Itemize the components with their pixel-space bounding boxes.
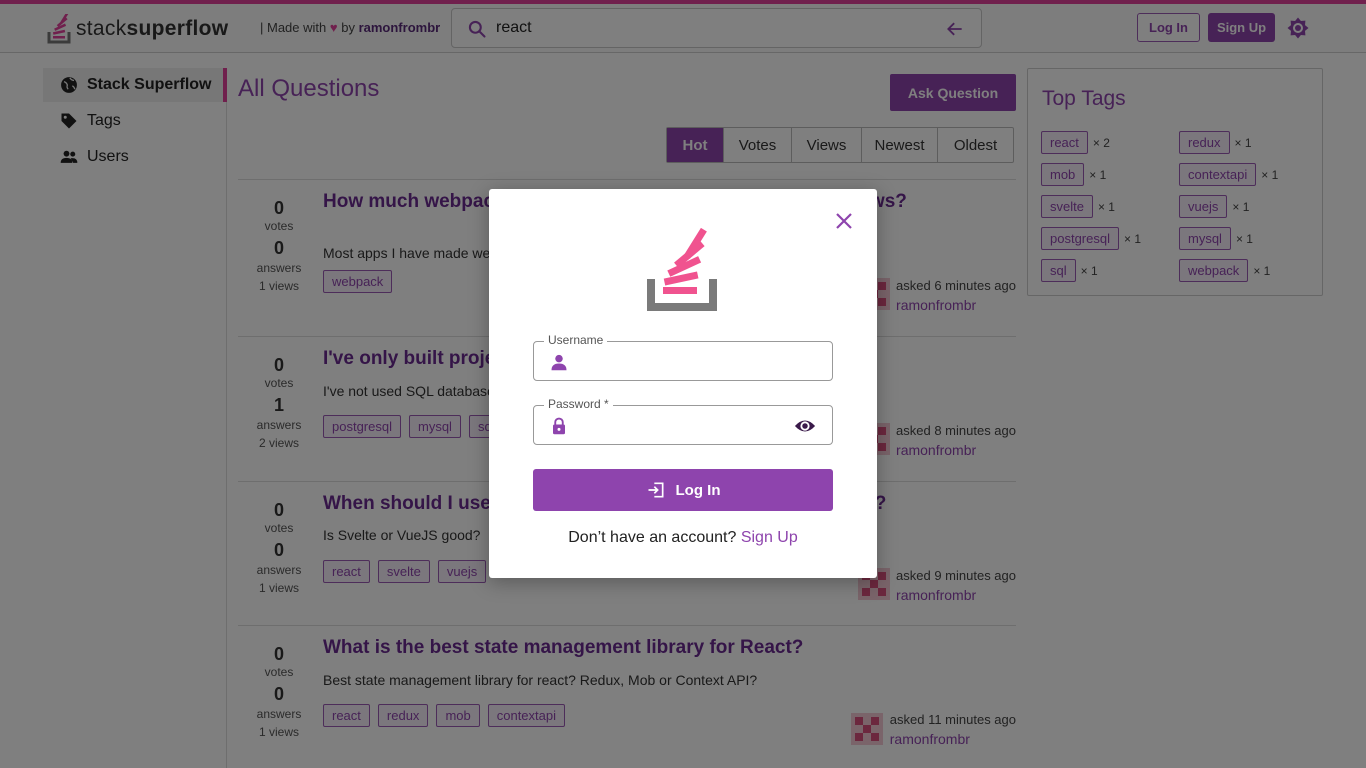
username-field[interactable]: Username <box>533 333 833 381</box>
signup-prompt: Don’t have an account? Sign Up <box>489 529 877 547</box>
person-icon <box>551 354 567 371</box>
modal-login-label: Log In <box>675 481 721 499</box>
signup-link[interactable]: Sign Up <box>741 529 798 546</box>
modal-login-button[interactable]: Log In <box>533 469 833 511</box>
password-label: Password * <box>544 397 613 411</box>
close-icon[interactable] <box>835 212 853 230</box>
username-label: Username <box>544 333 608 347</box>
eye-icon[interactable] <box>794 416 816 436</box>
stack-logo-icon <box>647 227 717 311</box>
password-input[interactable] <box>578 415 778 435</box>
login-modal: Username Password * Log In Don’t have an… <box>489 189 877 578</box>
login-icon <box>648 482 663 498</box>
signup-prompt-text: Don’t have an account? <box>568 529 737 546</box>
password-field[interactable]: Password * <box>533 397 833 445</box>
lock-icon <box>553 417 565 435</box>
username-input[interactable] <box>578 351 778 371</box>
